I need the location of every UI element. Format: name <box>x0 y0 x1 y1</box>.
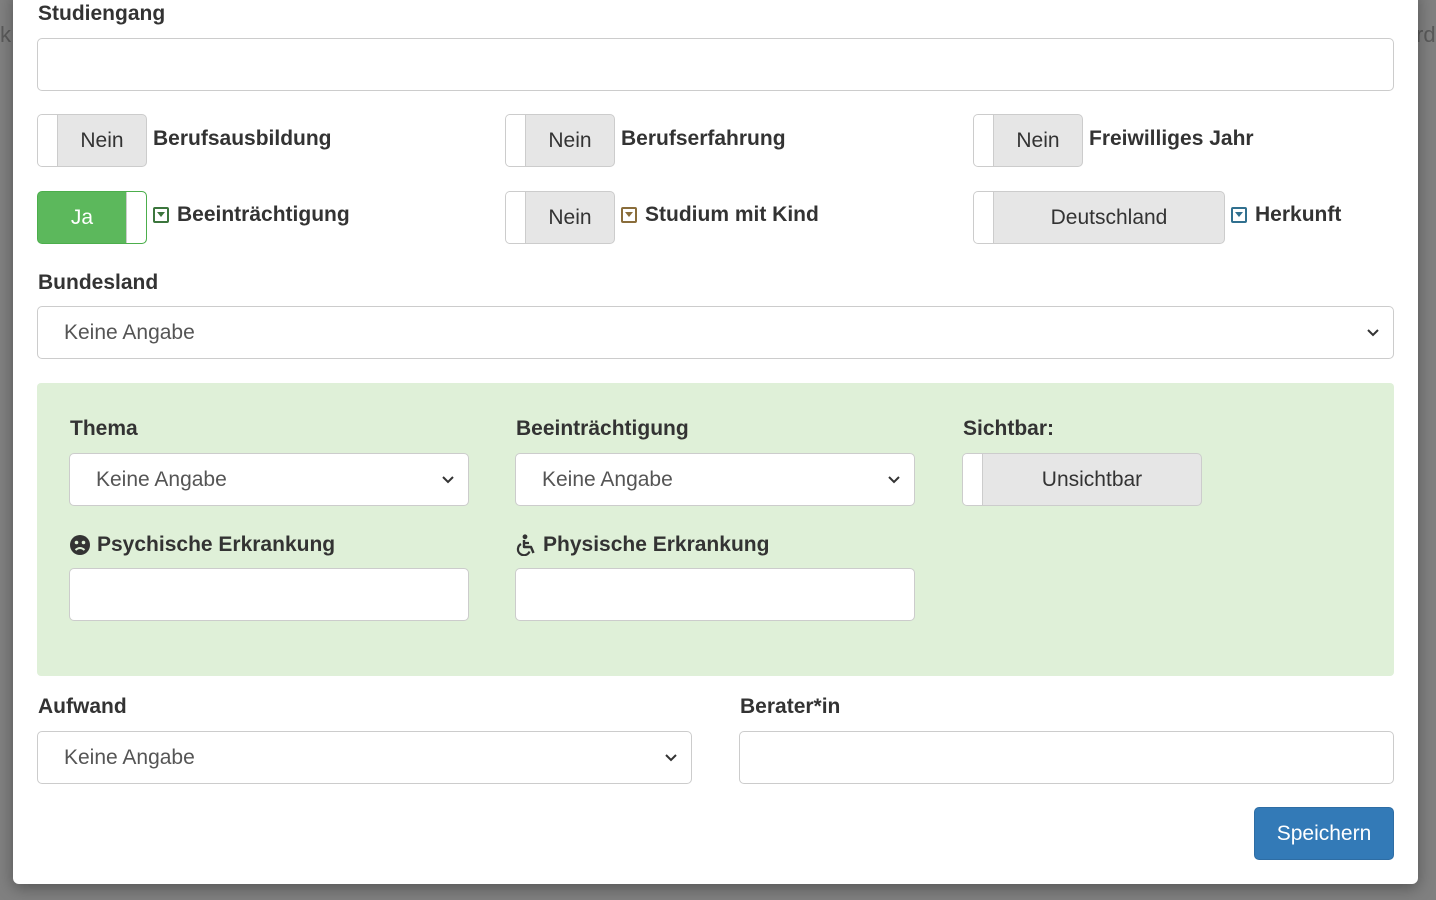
background-text-right: rd <box>1416 22 1436 47</box>
physische-erkrankung-label: Physische Erkrankung <box>515 533 769 557</box>
thema-select[interactable]: Keine Angabe <box>69 453 469 506</box>
berufserfahrung-label: Berufserfahrung <box>621 127 786 150</box>
beeintraechtigung-panel: Thema Keine Angabe Beeinträchtigung Kein… <box>37 383 1394 676</box>
toggle-state: Nein <box>80 128 124 152</box>
toggle-knob <box>126 192 146 243</box>
freiwilliges-jahr-toggle[interactable]: Nein <box>973 114 1083 167</box>
berufsausbildung-toggle[interactable]: Nein <box>37 114 147 167</box>
studium-mit-kind-toggle[interactable]: Nein <box>505 191 615 244</box>
toggle-state: Unsichtbar <box>1041 467 1143 491</box>
save-button[interactable]: Speichern <box>1254 807 1394 860</box>
bundesland-label: Bundesland <box>38 271 159 294</box>
psychische-erkrankung-label-text: Psychische Erkrankung <box>97 533 336 556</box>
sichtbar-toggle[interactable]: Unsichtbar <box>962 453 1202 506</box>
herkunft-label-text: Herkunft <box>1255 203 1342 226</box>
berufsausbildung-label: Berufsausbildung <box>153 127 332 150</box>
sichtbar-label: Sichtbar: <box>963 417 1055 440</box>
toggle-knob <box>506 192 526 243</box>
physische-erkrankung-input[interactable] <box>515 568 915 621</box>
toggle-state: Nein <box>548 128 592 152</box>
berater-input[interactable] <box>739 731 1394 784</box>
caret-down-icon <box>153 207 169 223</box>
freiwilliges-jahr-label: Freiwilliges Jahr <box>1089 127 1254 150</box>
caret-down-icon <box>1231 207 1247 223</box>
herkunft-toggle[interactable]: Deutschland <box>973 191 1225 244</box>
caret-down-icon <box>621 207 637 223</box>
chevron-down-icon <box>1367 329 1379 337</box>
panel-beeintraechtigung-label: Beeinträchtigung <box>516 417 689 440</box>
beeintraechtigung-switch-label[interactable]: Beeinträchtigung <box>153 203 350 227</box>
herkunft-switch-label[interactable]: Herkunft <box>1231 203 1341 227</box>
toggle-knob <box>963 454 983 505</box>
toggle-knob <box>974 192 994 243</box>
physische-erkrankung-label-text: Physische Erkrankung <box>543 533 770 556</box>
bundesland-select[interactable]: Keine Angabe <box>37 306 1394 359</box>
beeintraechtigung-selected: Keine Angabe <box>542 467 673 491</box>
bundesland-selected: Keine Angabe <box>64 320 195 344</box>
aufwand-selected: Keine Angabe <box>64 745 195 769</box>
modal-dialog: Studiengang Nein Berufsausbildung Nein B… <box>13 0 1418 884</box>
studiengang-label: Studiengang <box>38 2 166 25</box>
studium-mit-kind-switch-label[interactable]: Studium mit Kind <box>621 203 819 227</box>
wheelchair-icon <box>516 534 535 556</box>
toggle-knob <box>38 115 58 166</box>
aufwand-label: Aufwand <box>38 695 127 718</box>
beeintraechtigung-select[interactable]: Keine Angabe <box>515 453 915 506</box>
toggle-knob <box>974 115 994 166</box>
psychische-erkrankung-label: Psychische Erkrankung <box>69 533 335 557</box>
sad-face-icon <box>70 535 90 555</box>
chevron-down-icon <box>888 476 900 484</box>
toggle-knob <box>506 115 526 166</box>
studium-mit-kind-label-text: Studium mit Kind <box>645 203 819 226</box>
toggle-state: Ja <box>70 205 94 229</box>
beeintraechtigung-label-text: Beeinträchtigung <box>177 203 350 226</box>
thema-selected: Keine Angabe <box>96 467 227 491</box>
chevron-down-icon <box>442 476 454 484</box>
toggle-state: Nein <box>1016 128 1060 152</box>
aufwand-select[interactable]: Keine Angabe <box>37 731 692 784</box>
chevron-down-icon <box>665 754 677 762</box>
toggle-state: Deutschland <box>1050 205 1168 229</box>
berufserfahrung-toggle[interactable]: Nein <box>505 114 615 167</box>
psychische-erkrankung-input[interactable] <box>69 568 469 621</box>
beeintraechtigung-toggle[interactable]: Ja <box>37 191 147 244</box>
studiengang-input[interactable] <box>37 38 1394 91</box>
toggle-state: Nein <box>548 205 592 229</box>
berater-label: Berater*in <box>740 695 841 718</box>
thema-label: Thema <box>70 417 138 440</box>
background-text-left: ki <box>0 22 12 47</box>
